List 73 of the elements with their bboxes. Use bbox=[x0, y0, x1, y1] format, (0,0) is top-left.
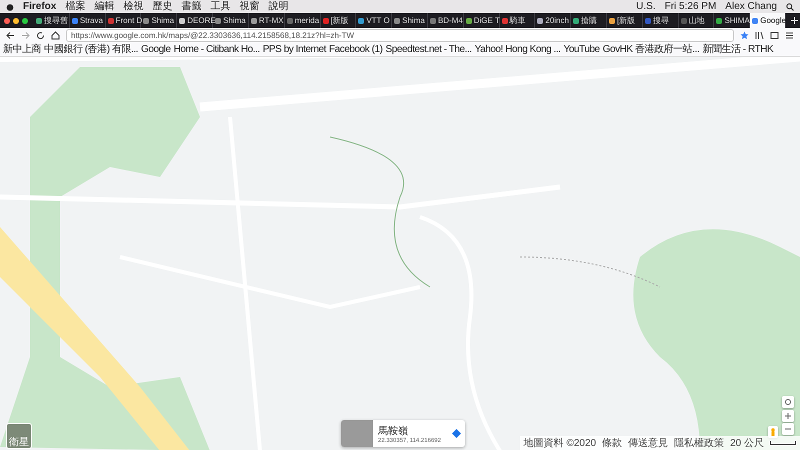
star-icon[interactable] bbox=[740, 31, 749, 40]
plus-icon bbox=[790, 17, 798, 24]
favicon-icon bbox=[358, 18, 364, 24]
address-field[interactable]: https://www.google.com.hk/maps/@22.3303636,114.2158568,18.21z?hl=zh-TW bbox=[66, 29, 734, 42]
bookmark-link[interactable]: YouTube bbox=[564, 44, 600, 56]
reload-icon[interactable] bbox=[36, 31, 45, 40]
favicon-icon bbox=[143, 18, 150, 24]
search-icon[interactable] bbox=[786, 2, 794, 10]
menu-item[interactable]: 檔案 bbox=[65, 0, 86, 12]
sidebar-icon[interactable] bbox=[770, 31, 779, 40]
favicon-icon bbox=[36, 18, 42, 24]
favicon-icon bbox=[502, 18, 508, 24]
status-text[interactable]: Fri 5:26 PM bbox=[664, 0, 716, 12]
bookmark-link[interactable]: Google bbox=[141, 44, 171, 56]
satellite-toggle[interactable]: 衛星 bbox=[6, 423, 32, 449]
bookmark-link[interactable]: Facebook (1) bbox=[329, 44, 383, 56]
library-icon[interactable] bbox=[755, 31, 764, 40]
status-text[interactable]: Alex Chang bbox=[725, 0, 777, 12]
favicon-icon bbox=[644, 18, 651, 24]
menu-icon[interactable] bbox=[785, 31, 794, 40]
bookmark-link[interactable]: Yahoo! Hong Kong ... bbox=[474, 44, 561, 56]
favicon-icon bbox=[286, 18, 293, 24]
scale-label: 20 公尺 bbox=[730, 437, 764, 450]
menu-item[interactable]: 檢視 bbox=[123, 0, 144, 12]
favicon-icon bbox=[322, 18, 328, 24]
home-icon[interactable] bbox=[51, 31, 60, 40]
bookmark-link[interactable]: PPS by Internet bbox=[262, 44, 326, 56]
map-footer-link: 地圖資料 ©2020 bbox=[524, 436, 596, 450]
directions-icon[interactable] bbox=[452, 429, 461, 438]
menu-item[interactable]: 說明 bbox=[268, 0, 288, 12]
bookmark-link[interactable]: Speedtest.net - The... bbox=[386, 44, 472, 56]
favicon-icon bbox=[609, 18, 615, 24]
location-icon bbox=[784, 398, 792, 406]
back-icon[interactable] bbox=[6, 31, 15, 40]
zoom-in-button[interactable] bbox=[782, 410, 794, 422]
favicon-icon bbox=[752, 18, 758, 24]
favicon-icon bbox=[430, 18, 436, 24]
favicon-icon bbox=[537, 18, 544, 24]
map-footer-link[interactable]: 傳送意見 bbox=[628, 436, 668, 450]
menu-item[interactable]: 歷史 bbox=[152, 0, 172, 12]
bookmark-link[interactable]: 中國銀行 (香港) 有限... bbox=[44, 44, 138, 56]
menu-item[interactable]: 視窗 bbox=[239, 0, 260, 12]
menu-item[interactable]: 書籤 bbox=[181, 0, 202, 12]
minus-icon bbox=[785, 426, 791, 432]
map-footer-link[interactable]: 條款 bbox=[602, 436, 622, 450]
favicon-icon bbox=[573, 18, 580, 24]
menu-item[interactable]: Firefox bbox=[23, 0, 56, 12]
favicon-icon bbox=[108, 18, 114, 24]
status-text[interactable]: U.S. bbox=[636, 0, 656, 12]
favicon-icon bbox=[215, 18, 222, 24]
map-footer-link[interactable]: 隱私權政策 bbox=[674, 436, 724, 450]
bookmark-link[interactable]: Home - Citibank Ho... bbox=[174, 44, 260, 56]
favicon-icon bbox=[394, 18, 400, 24]
plus-icon bbox=[785, 413, 791, 419]
menu-item[interactable]: 編輯 bbox=[94, 0, 114, 12]
favicon-icon bbox=[250, 18, 257, 24]
zoom-out-button[interactable] bbox=[782, 423, 794, 435]
favicon-icon bbox=[680, 18, 687, 24]
minimize-window-icon[interactable] bbox=[13, 18, 19, 24]
favicon-icon bbox=[72, 18, 78, 24]
my-location-button[interactable] bbox=[782, 396, 794, 408]
bookmark-link[interactable]: 新聞生活 - RTHK bbox=[702, 44, 774, 56]
scale-bar bbox=[770, 441, 796, 445]
bookmark-link[interactable]: 新中上商 bbox=[3, 44, 42, 56]
favicon-icon bbox=[466, 18, 472, 24]
menu-item[interactable]: 工具 bbox=[210, 0, 230, 12]
zoom-window-icon[interactable] bbox=[22, 18, 28, 24]
bookmark-link[interactable]: GovHK 香港政府一站... bbox=[602, 44, 700, 56]
photo-placeholder bbox=[341, 420, 373, 447]
close-window-icon[interactable] bbox=[4, 18, 10, 24]
favicon-icon bbox=[179, 18, 186, 24]
favicon-icon bbox=[716, 18, 722, 24]
place-title: 馬鞍嶺 bbox=[378, 424, 409, 438]
